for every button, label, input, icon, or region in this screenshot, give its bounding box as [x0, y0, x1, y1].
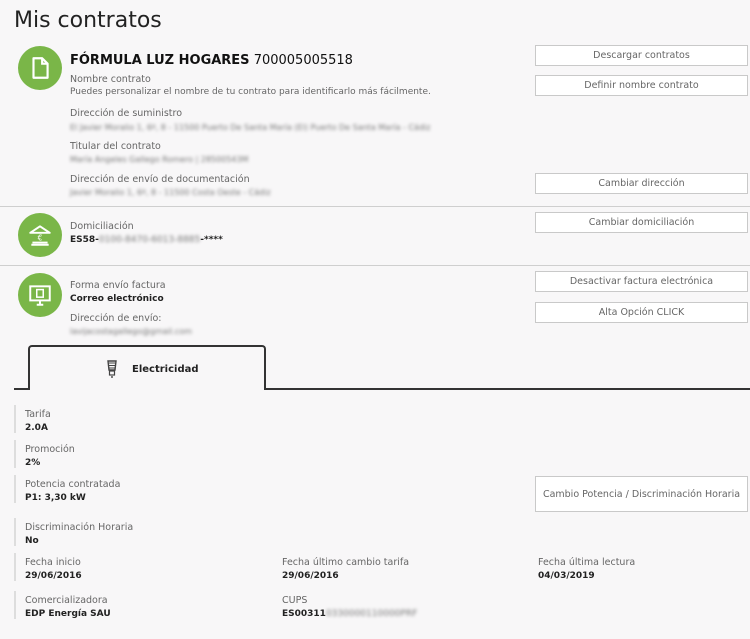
power-label: Potencia contratada [25, 479, 121, 490]
start-date-label: Fecha inicio [25, 557, 81, 568]
iban-mask: -**** [200, 235, 223, 245]
docs-address-value: Javier Moralio 1, 6º, 8 - 11500 Costa Oe… [70, 188, 271, 197]
contract-number: 700005005518 [253, 53, 353, 68]
supply-address-label: Dirección de suministro [70, 108, 183, 119]
billing-label: Domiciliación [70, 221, 134, 232]
dh-value: No [25, 536, 39, 546]
field-marker [14, 405, 16, 433]
contract-title: FÓRMULA LUZ HOGARES 700005005518 [70, 53, 353, 68]
invoice-icon [18, 273, 62, 317]
deactivate-e-invoice-button[interactable]: Desactivar factura electrónica [535, 271, 748, 292]
last-reading-value: 04/03/2019 [538, 571, 595, 581]
field-marker [14, 518, 16, 546]
tariff-label: Tarifa [25, 409, 51, 420]
cups-hidden: 0330000110000PRF [325, 609, 418, 619]
svg-text:€: € [38, 233, 43, 242]
iban-visible: ES58- [70, 235, 99, 245]
iban-hidden: 0100-8470-6013-8885 [98, 235, 201, 245]
last-reading-label: Fecha última lectura [538, 557, 636, 568]
change-power-button[interactable]: Cambio Potencia / Discriminación Horaria [535, 476, 748, 512]
invoice-method-label: Forma envío factura [70, 280, 166, 291]
invoice-address-label: Dirección de envío: [70, 313, 162, 324]
dh-label: Discriminación Horaria [25, 522, 134, 533]
last-change-value: 29/06/2016 [282, 571, 339, 581]
tab-electricity-label: Electricidad [132, 364, 199, 375]
iban-value: ES58-0100-8470-6013-8885-**** [70, 235, 223, 245]
cups-visible: ES00311 [282, 609, 326, 619]
retailer-value: EDP Energía SAU [25, 609, 111, 619]
docs-address-label: Dirección de envío de documentación [70, 174, 250, 185]
invoice-method-value: Correo electrónico [70, 294, 164, 304]
download-contracts-button[interactable]: Descargar contratos [535, 45, 748, 66]
field-marker [14, 591, 16, 619]
define-name-button[interactable]: Definir nombre contrato [535, 75, 748, 96]
bulb-icon [107, 360, 117, 378]
alta-click-button[interactable]: Alta Opción CLICK [535, 302, 748, 323]
promo-value: 2% [25, 458, 41, 468]
field-marker [14, 475, 16, 503]
change-billing-button[interactable]: Cambiar domiciliación [535, 212, 748, 233]
holder-label: Titular del contrato [70, 141, 161, 152]
field-marker [14, 440, 16, 468]
retailer-label: Comercializadora [25, 595, 108, 606]
supply-address-value: El Javier Moralio 1, 6º, 8 - 11500 Puert… [70, 123, 431, 132]
power-value: P1: 3,30 kW [25, 493, 86, 503]
start-date-value: 29/06/2016 [25, 571, 82, 581]
document-icon [18, 46, 62, 90]
invoice-address-value: lavijacostagallego@gmail.com [70, 327, 192, 336]
change-address-button[interactable]: Cambiar dirección [535, 173, 748, 194]
tab-baseline [264, 388, 750, 390]
bank-icon: € [18, 213, 62, 257]
divider [0, 265, 750, 266]
divider [0, 206, 750, 207]
field-marker [14, 553, 16, 581]
cups-label: CUPS [282, 595, 308, 606]
last-change-label: Fecha último cambio tarifa [282, 557, 410, 568]
contract-product: FÓRMULA LUZ HOGARES [70, 53, 250, 68]
holder-value: María Angeles Gallego Romero | 28500543M [70, 155, 249, 164]
cups-value: ES003110330000110000PRF [282, 609, 417, 619]
contract-name-label: Nombre contrato [70, 74, 151, 85]
contract-name-hint: Puedes personalizar el nombre de tu cont… [70, 87, 431, 97]
page-title: Mis contratos [14, 8, 162, 33]
tariff-value: 2.0A [25, 423, 48, 433]
tab-electricity[interactable]: Electricidad [28, 345, 266, 389]
promo-label: Promoción [25, 444, 75, 455]
